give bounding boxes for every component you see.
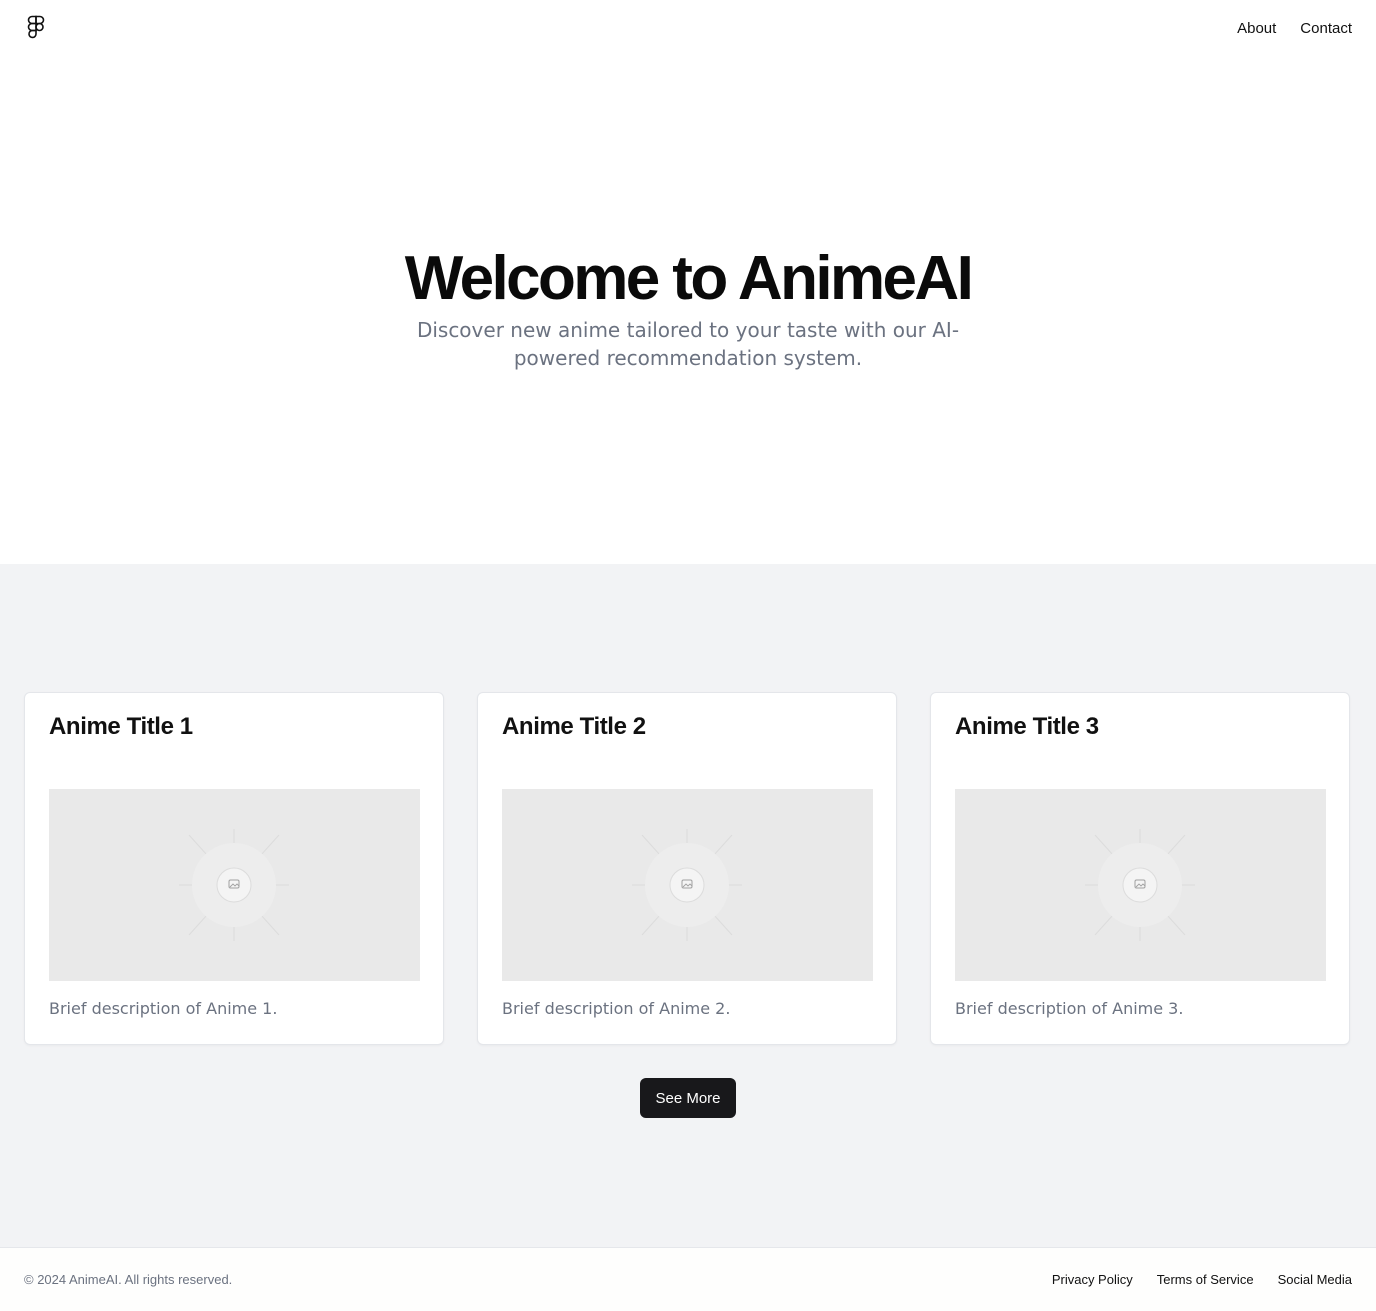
image-placeholder-icon [179,829,289,941]
anime-card-image [955,789,1326,981]
anime-card-description: Brief description of Anime 2. [502,999,731,1018]
figma-logo-icon[interactable] [24,14,48,42]
terms-of-service-link[interactable]: Terms of Service [1157,1272,1254,1287]
social-media-link[interactable]: Social Media [1278,1272,1352,1287]
footer-links: Privacy Policy Terms of Service Social M… [1052,1272,1352,1287]
card-grid: Anime Title 1 Brief description of Anime… [24,692,1350,1045]
anime-card-3[interactable]: Anime Title 3 Brief description of Anime… [930,692,1350,1045]
anime-card-description: Brief description of Anime 3. [955,999,1184,1018]
hero-section: Welcome to AnimeAI Discover new anime ta… [0,56,1376,564]
privacy-policy-link[interactable]: Privacy Policy [1052,1272,1133,1287]
see-more-button[interactable]: See More [640,1078,736,1118]
anime-cards-section: Anime Title 1 Brief description of Anime… [0,564,1376,1247]
image-placeholder-icon [1085,829,1195,941]
image-placeholder-icon [632,829,742,941]
anime-card-1[interactable]: Anime Title 1 Brief description of Anime… [24,692,444,1045]
main-nav: About Contact [1237,20,1352,37]
anime-card-description: Brief description of Anime 1. [49,999,278,1018]
hero-subtitle: Discover new anime tailored to your tast… [416,318,960,370]
anime-card-title: Anime Title 2 [502,713,646,740]
anime-card-2[interactable]: Anime Title 2 Brief description of Anime… [477,692,897,1045]
copyright-text: © 2024 AnimeAI. All rights reserved. [24,1272,233,1287]
anime-card-image [502,789,873,981]
hero-title: Welcome to AnimeAI [404,244,974,313]
nav-contact-link[interactable]: Contact [1300,20,1352,37]
anime-card-title: Anime Title 3 [955,713,1099,740]
site-footer: © 2024 AnimeAI. All rights reserved. Pri… [0,1247,1376,1311]
anime-card-image [49,789,420,981]
anime-card-title: Anime Title 1 [49,713,193,740]
nav-about-link[interactable]: About [1237,20,1276,37]
site-header: About Contact [0,0,1376,56]
